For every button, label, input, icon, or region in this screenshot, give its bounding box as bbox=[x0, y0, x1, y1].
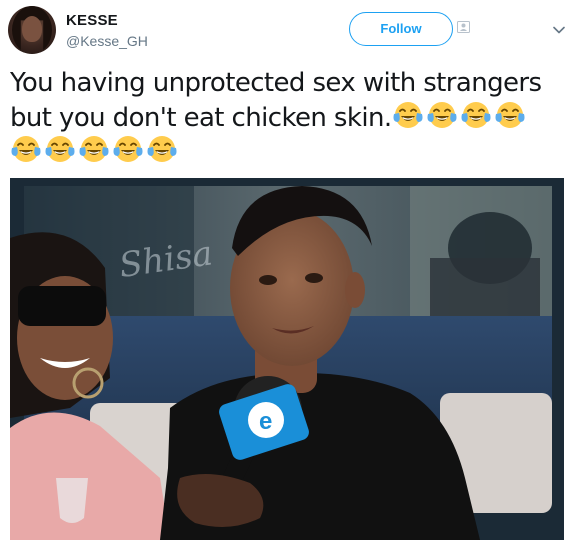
tweet-text: You having unprotected sex with stranger… bbox=[10, 66, 565, 135]
tears-of-joy-emoji-icon bbox=[427, 102, 456, 128]
follow-button-label: Follow bbox=[380, 21, 422, 36]
add-person-icon bbox=[457, 21, 470, 33]
tears-of-joy-emoji-icon bbox=[147, 136, 177, 162]
avatar-face bbox=[22, 16, 42, 42]
emoji-group-2 bbox=[10, 134, 180, 165]
tweet-card: KESSE @Kesse_GH Follow You having unprot… bbox=[0, 0, 571, 550]
emoji-group bbox=[392, 102, 528, 133]
tears-of-joy-emoji-icon bbox=[79, 136, 109, 162]
mic-logo: e bbox=[259, 408, 272, 435]
tears-of-joy-emoji-icon bbox=[495, 102, 524, 128]
avatar[interactable] bbox=[8, 6, 56, 54]
tears-of-joy-emoji-icon bbox=[45, 136, 75, 162]
wine-glass bbox=[56, 478, 88, 523]
follow-button[interactable]: Follow bbox=[349, 12, 453, 46]
chevron-down-icon[interactable] bbox=[553, 24, 565, 36]
tweet-photo[interactable]: Shisa e bbox=[10, 178, 564, 540]
tears-of-joy-emoji-icon bbox=[11, 136, 41, 162]
tears-of-joy-emoji-icon bbox=[393, 102, 422, 128]
sunglasses bbox=[18, 286, 106, 326]
tears-of-joy-emoji-icon bbox=[113, 136, 143, 162]
display-name[interactable]: KESSE bbox=[66, 12, 118, 29]
user-handle[interactable]: @Kesse_GH bbox=[66, 33, 148, 49]
tears-of-joy-emoji-icon bbox=[461, 102, 490, 128]
